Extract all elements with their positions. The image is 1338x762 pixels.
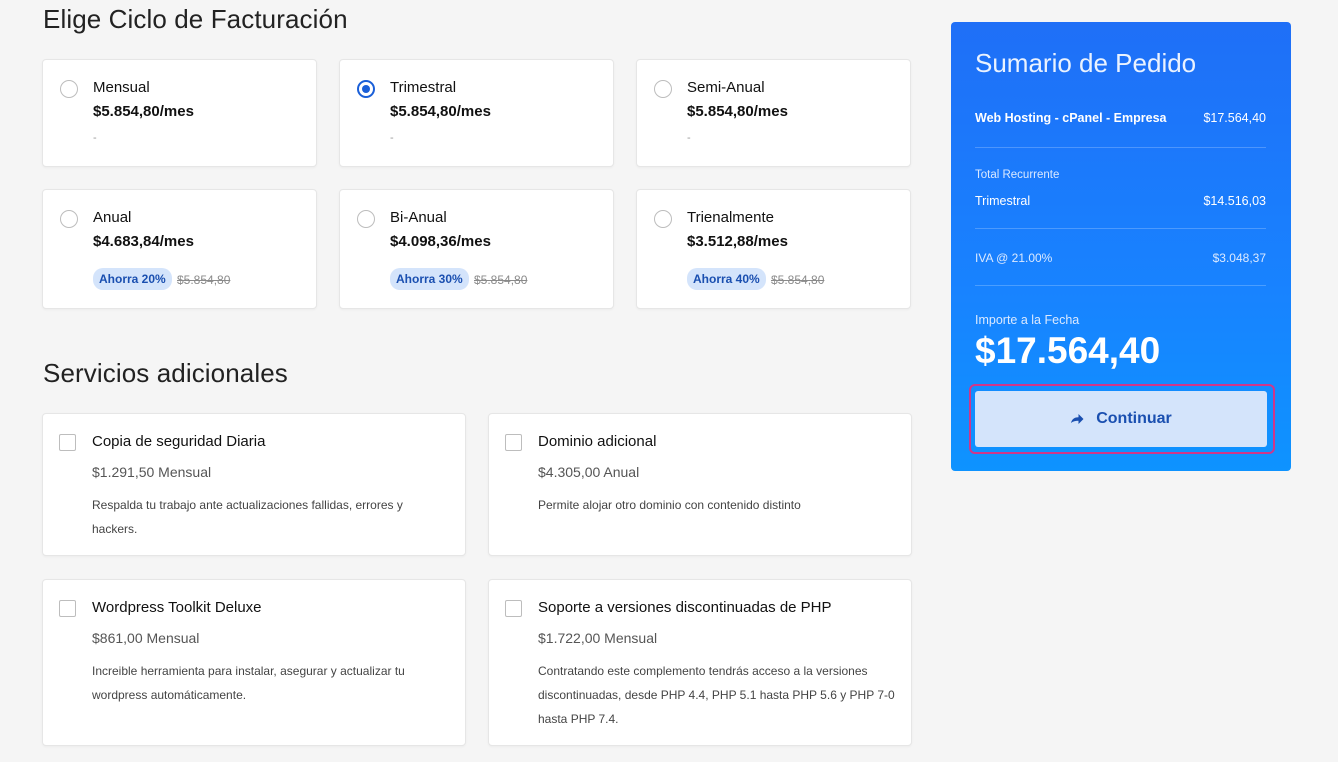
cycle-price: $4.098,36/mes [390, 233, 491, 250]
addon-price: $1.722,00 Mensual [538, 630, 658, 646]
old-price: $5.854,80 [474, 273, 528, 287]
cycle-radio[interactable] [654, 210, 672, 228]
addons-section-title: Servicios adicionales [43, 358, 288, 388]
cycle-name: Trimestral [390, 79, 457, 96]
cycle-price: $5.854,80/mes [390, 103, 491, 120]
billing-section-title: Elige Ciclo de Facturación [43, 4, 348, 34]
cycle-radio[interactable] [357, 80, 375, 98]
addon-card-wordpress-toolkit[interactable]: Wordpress Toolkit Deluxe $861,00 Mensual… [42, 579, 466, 746]
cycle-name: Anual [93, 209, 132, 226]
billing-cycle-trienalmente[interactable]: Trienalmente $3.512,88/mes Ahorra 40% $5… [636, 189, 911, 309]
billing-cycle-trimestral[interactable]: Trimestral $5.854,80/mes - [339, 59, 614, 167]
cycle-price: $5.854,80/mes [687, 103, 788, 120]
cycle-name: Semi-Anual [687, 79, 765, 96]
cycle-radio[interactable] [60, 210, 78, 228]
addon-description: Increible herramienta para instalar, ase… [92, 664, 405, 702]
summary-title: Sumario de Pedido [975, 48, 1197, 78]
tax-label: IVA @ 21.00% [975, 251, 1053, 265]
tax-amount: $3.048,37 [1212, 251, 1266, 265]
due-label: Importe a la Fecha [975, 313, 1080, 327]
due-total: $17.564,40 [975, 330, 1161, 371]
cycle-note: - [390, 132, 394, 144]
billing-cycle-anual[interactable]: Anual $4.683,84/mes Ahorra 20% $5.854,80 [42, 189, 317, 309]
cycle-note: - [687, 132, 691, 144]
addon-checkbox[interactable] [505, 600, 522, 617]
addon-name: Soporte a versiones discontinuadas de PH… [538, 599, 832, 616]
arrow-right-icon [1070, 413, 1084, 425]
divider [975, 285, 1266, 286]
divider [975, 228, 1266, 229]
addon-price: $1.291,50 Mensual [92, 464, 212, 480]
cycle-price: $5.854,80/mes [93, 103, 194, 120]
addon-name: Wordpress Toolkit Deluxe [92, 599, 262, 616]
addon-checkbox[interactable] [59, 600, 76, 617]
order-summary-panel: Sumario de Pedido Web Hosting - cPanel -… [951, 22, 1291, 471]
continue-button[interactable]: Continuar [975, 391, 1267, 447]
old-price: $5.854,80 [771, 273, 825, 287]
recurring-amount: $14.516,03 [1203, 194, 1266, 208]
addon-description: Contratando este complemento tendrás acc… [538, 664, 895, 726]
cycle-price: $3.512,88/mes [687, 233, 788, 250]
recurring-row: Trimestral $14.516,03 [975, 194, 1266, 208]
product-name: Web Hosting - cPanel - Empresa [975, 111, 1167, 125]
addon-description: Respalda tu trabajo ante actualizaciones… [92, 498, 403, 536]
recurring-cycle: Trimestral [975, 194, 1031, 208]
addon-name: Copia de seguridad Diaria [92, 433, 266, 450]
old-price: $5.854,80 [177, 273, 231, 287]
product-price: $17.564,40 [1203, 111, 1266, 125]
divider [975, 147, 1266, 148]
addon-description: Permite alojar otro dominio con contenid… [538, 498, 801, 512]
tax-row: IVA @ 21.00% $3.048,37 [975, 251, 1266, 265]
addon-price: $861,00 Mensual [92, 630, 200, 646]
addon-card-php-legacy[interactable]: Soporte a versiones discontinuadas de PH… [488, 579, 912, 746]
cycle-radio[interactable] [357, 210, 375, 228]
recurring-label: Total Recurrente [975, 169, 1060, 181]
billing-cycle-semi-anual[interactable]: Semi-Anual $5.854,80/mes - [636, 59, 911, 167]
summary-product-row: Web Hosting - cPanel - Empresa $17.564,4… [975, 111, 1266, 125]
continue-label: Continuar [1096, 410, 1172, 427]
cycle-name: Mensual [93, 79, 150, 96]
addon-card-domain[interactable]: Dominio adicional $4.305,00 Anual Permit… [488, 413, 912, 556]
cycle-radio[interactable] [60, 80, 78, 98]
addon-checkbox[interactable] [59, 434, 76, 451]
cycle-name: Bi-Anual [390, 209, 447, 226]
discount-badge: Ahorra 40% [687, 268, 766, 290]
billing-cycle-mensual[interactable]: Mensual $5.854,80/mes - [42, 59, 317, 167]
cycle-radio[interactable] [654, 80, 672, 98]
addon-checkbox[interactable] [505, 434, 522, 451]
addon-name: Dominio adicional [538, 433, 657, 450]
due-label-row: Importe a la Fecha [975, 313, 1266, 327]
discount-badge: Ahorra 20% [93, 268, 172, 290]
discount-badge: Ahorra 30% [390, 268, 469, 290]
recurring-label-row: Total Recurrente [975, 169, 1266, 181]
cycle-note: - [93, 132, 97, 144]
addon-card-backup[interactable]: Copia de seguridad Diaria $1.291,50 Mens… [42, 413, 466, 556]
cycle-name: Trienalmente [687, 209, 774, 226]
cycle-price: $4.683,84/mes [93, 233, 194, 250]
billing-cycle-bi-anual[interactable]: Bi-Anual $4.098,36/mes Ahorra 30% $5.854… [339, 189, 614, 309]
addon-price: $4.305,00 Anual [538, 464, 640, 480]
